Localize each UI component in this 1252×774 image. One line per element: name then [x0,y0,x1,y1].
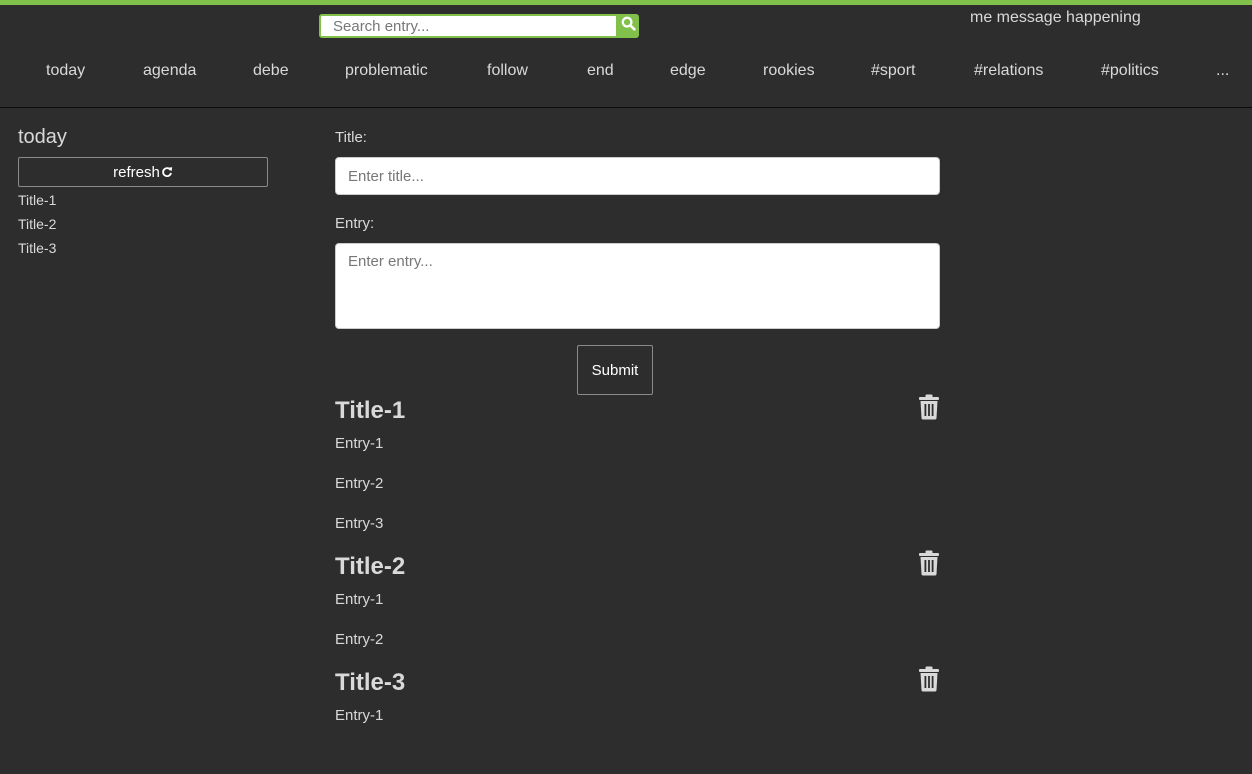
post-title: Title-3 [335,669,406,696]
trash-icon[interactable] [918,394,940,420]
search-icon [621,16,636,36]
nav-item-edge[interactable]: edge [670,62,706,80]
title-label: Title: [335,129,367,146]
search-bar [319,14,639,38]
post-title: Title-1 [335,397,406,424]
nav-item-debe[interactable]: debe [253,62,289,80]
refresh-icon [161,166,173,178]
nav-item-relations[interactable]: #relations [974,62,1043,80]
search-input[interactable] [319,14,618,38]
post-entry: Entry-1 [335,591,384,608]
nav-item-more[interactable]: ... [1216,62,1229,80]
post-entry: Entry-1 [335,435,384,452]
post-entry: Entry-2 [335,631,384,648]
sidebar-title-list: Title-1 Title-2 Title-3 [18,191,56,263]
nav-item-follow[interactable]: follow [487,62,528,80]
nav-item-problematic[interactable]: problematic [345,62,428,80]
refresh-button[interactable]: refresh [18,157,268,187]
submit-button[interactable]: Submit [577,345,653,395]
sidebar-title-item[interactable]: Title-2 [18,215,56,239]
nav-item-end[interactable]: end [587,62,614,80]
sidebar-title-item[interactable]: Title-3 [18,239,56,263]
post-entry: Entry-2 [335,475,384,492]
title-input[interactable] [335,157,940,195]
trash-icon[interactable] [918,666,940,692]
post-entry: Entry-3 [335,515,384,532]
main-nav: today agenda debe problematic follow end… [0,62,1252,86]
trash-icon[interactable] [918,550,940,576]
post-entry: Entry-1 [335,707,384,724]
search-button[interactable] [618,14,639,38]
nav-item-politics[interactable]: #politics [1101,62,1159,80]
user-message: me message happening [970,9,1141,26]
top-accent-bar [0,0,1252,5]
refresh-label: refresh [113,163,160,181]
sidebar-heading: today [18,126,67,148]
post-title: Title-2 [335,553,406,580]
nav-item-today[interactable]: today [46,62,85,80]
nav-item-rookies[interactable]: rookies [763,62,815,80]
nav-item-sport[interactable]: #sport [871,62,915,80]
nav-divider [0,107,1252,108]
nav-item-agenda[interactable]: agenda [143,62,196,80]
entry-textarea[interactable] [335,243,940,329]
sidebar-title-item[interactable]: Title-1 [18,191,56,215]
entry-label: Entry: [335,215,375,232]
